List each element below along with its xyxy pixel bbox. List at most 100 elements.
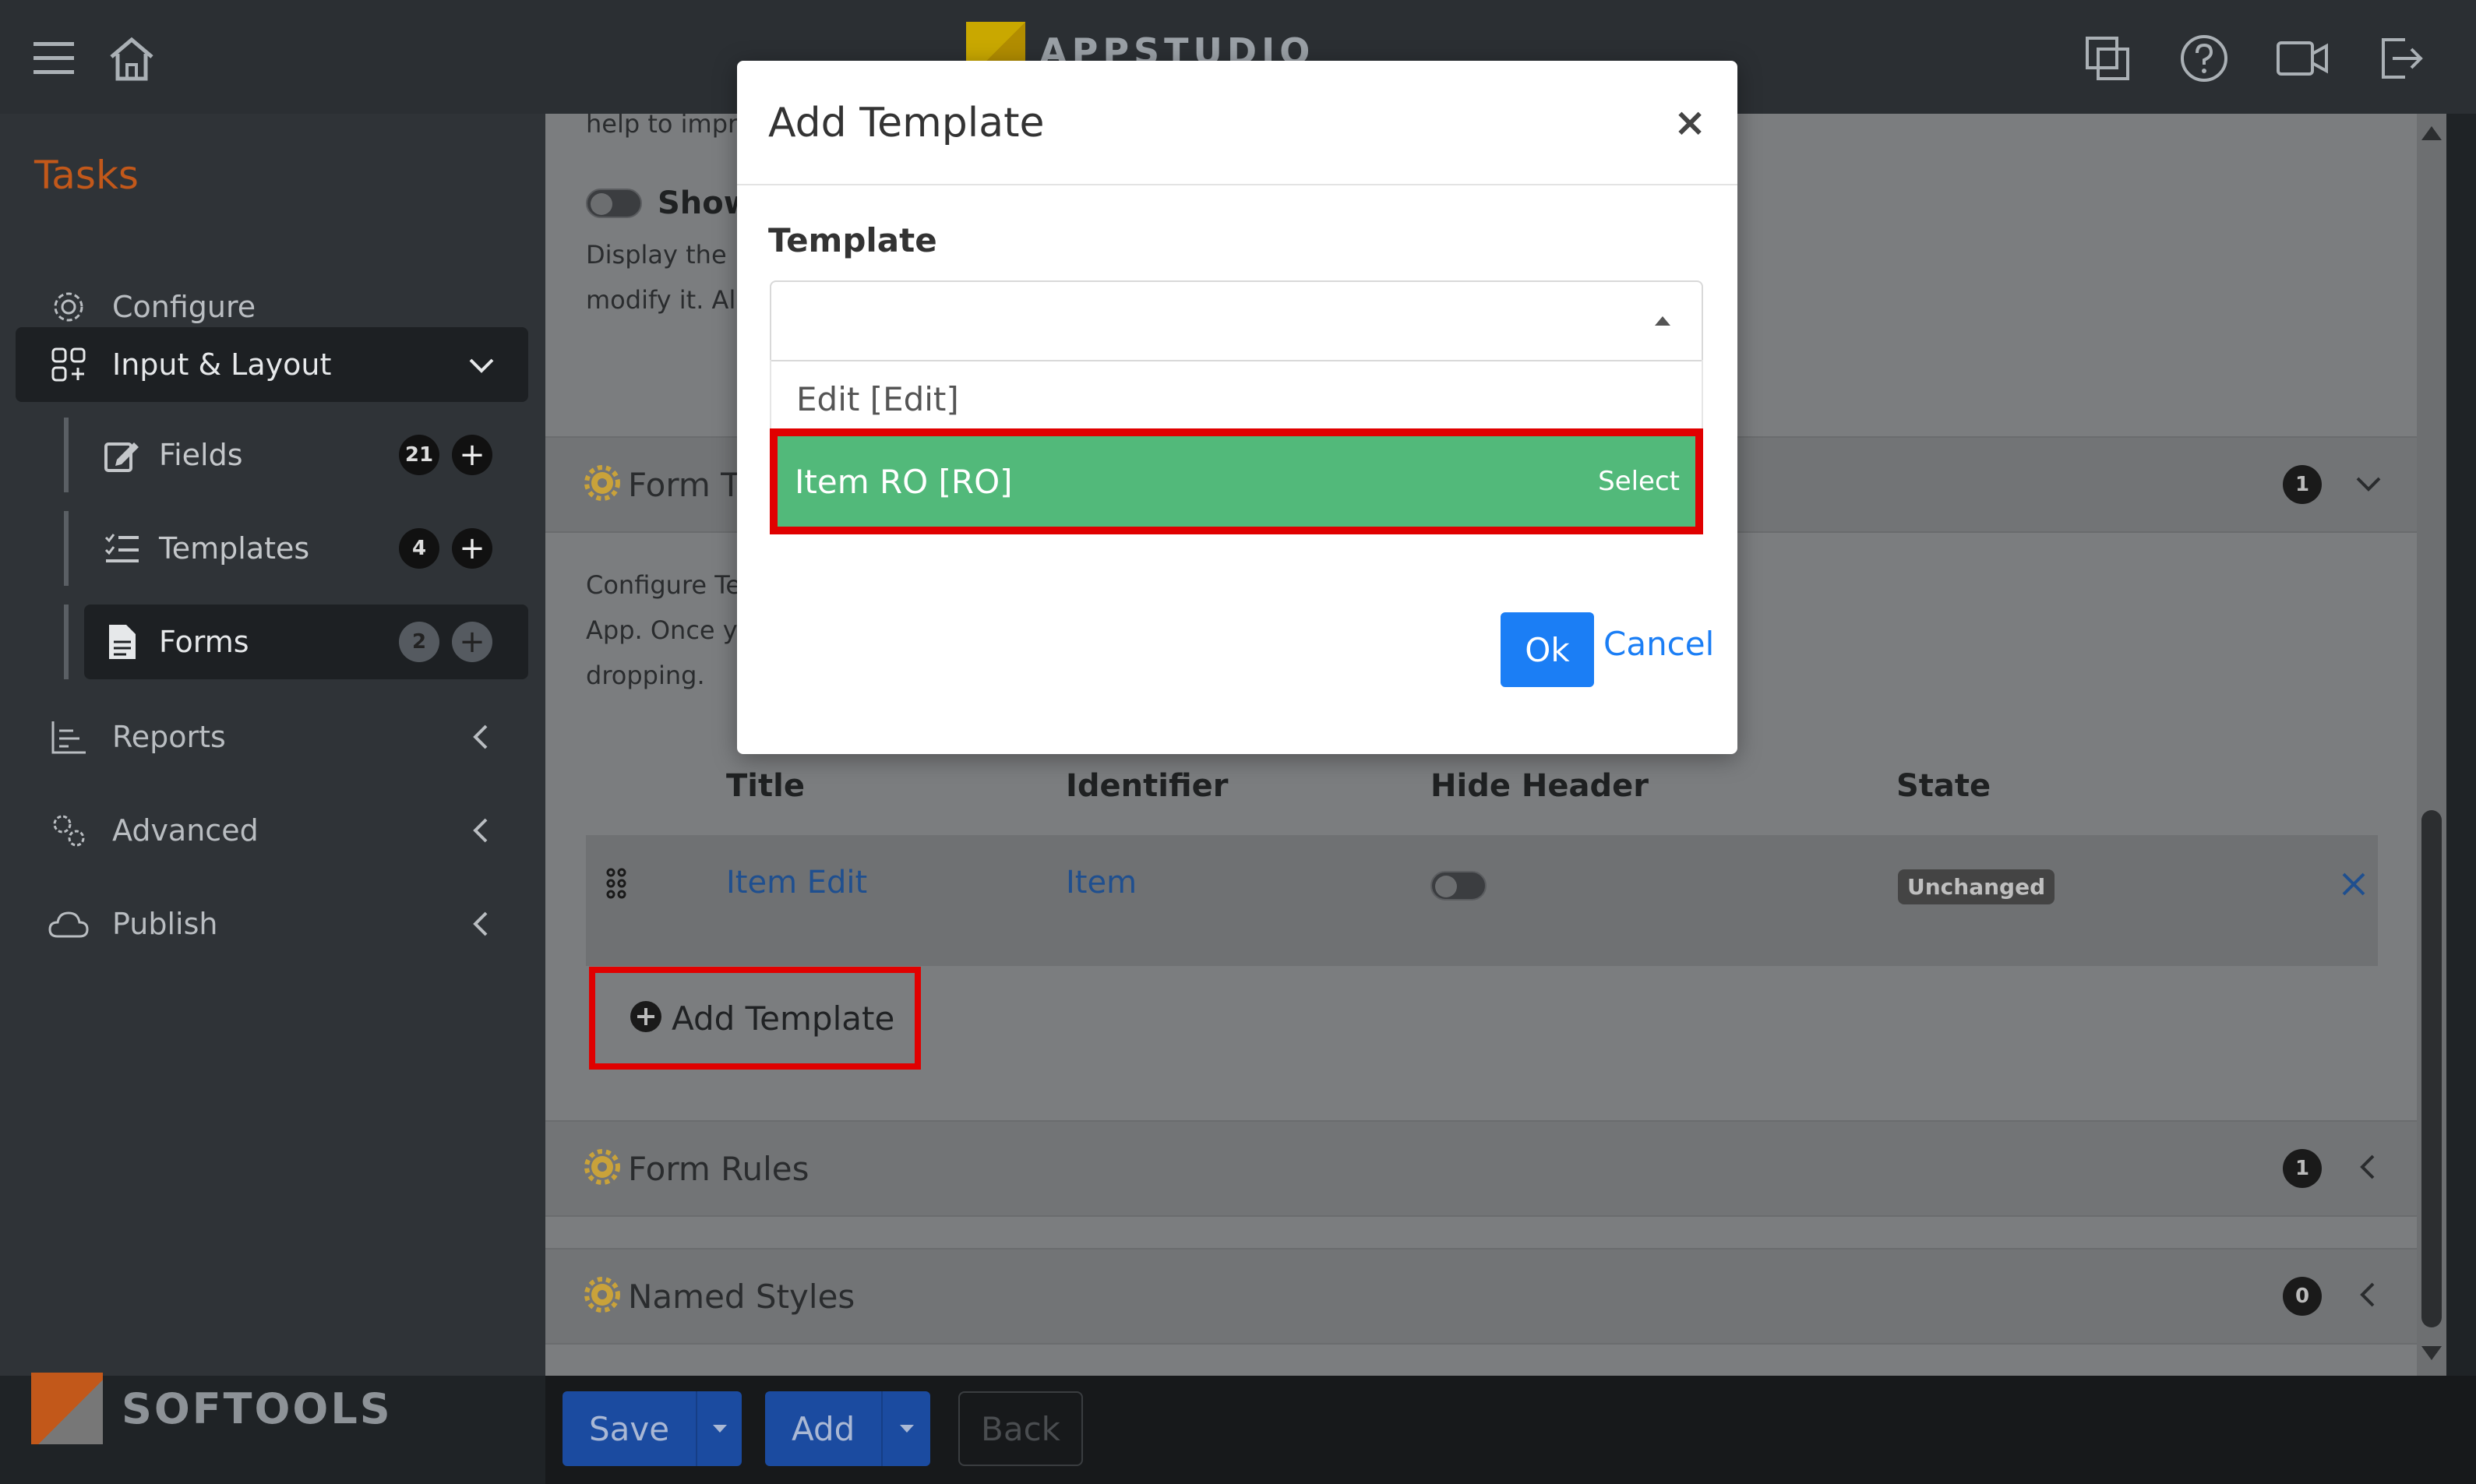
dialog-header: Add Template × <box>737 61 1737 185</box>
chevron-left-icon <box>466 815 497 853</box>
count-badge: 4 <box>399 528 439 569</box>
plus-circle-icon <box>630 1000 662 1036</box>
caret-down-icon[interactable] <box>696 1391 742 1466</box>
scroll-down-icon[interactable] <box>2421 1346 2442 1360</box>
tree-line <box>64 511 69 586</box>
softools-logo: SOFTOOLS <box>31 1373 393 1444</box>
tree-line <box>64 605 69 679</box>
section-title: Form Te <box>628 465 756 504</box>
sidebar-item-label: Publish <box>112 907 218 941</box>
cancel-button[interactable]: Cancel <box>1603 625 1714 663</box>
scroll-thumb[interactable] <box>2421 810 2442 1327</box>
sidebar-subitem-fields[interactable]: Fields 21 + <box>84 418 528 492</box>
gear-icon <box>584 1149 620 1188</box>
count-badge: 21 <box>399 435 439 475</box>
sidebar-item-publish[interactable]: Publish <box>16 887 528 961</box>
sidebar-item-label: Reports <box>112 720 226 754</box>
add-template-label: Add Template <box>672 999 895 1038</box>
chevron-left-icon <box>2353 1151 2384 1186</box>
softools-logo-icon <box>31 1373 103 1444</box>
chevron-left-icon <box>466 721 497 760</box>
close-icon[interactable]: × <box>1674 100 1706 145</box>
configure-text-line-3: dropping. <box>586 661 705 690</box>
row-identifier-link[interactable]: Item <box>1066 865 1137 901</box>
section-title: Named Styles <box>628 1277 855 1316</box>
status-badge: Unchanged <box>1898 869 2055 904</box>
add-button[interactable]: Add <box>765 1410 881 1448</box>
add-field-button[interactable]: + <box>452 435 492 475</box>
hide-header-toggle[interactable] <box>1430 871 1487 901</box>
description-line-1: Display the F <box>586 240 750 270</box>
count-badge: 1 <box>2283 1149 2322 1188</box>
sidebar-item-label: Input & Layout <box>112 347 332 382</box>
sidebar-title: Tasks <box>34 153 139 198</box>
caret-down-icon[interactable] <box>881 1391 930 1466</box>
bottom-toolbar: Save Add Back <box>545 1376 2476 1484</box>
report-icon <box>47 715 90 759</box>
section-title: Form Rules <box>628 1149 809 1188</box>
ok-button[interactable]: Ok <box>1501 612 1594 687</box>
copy-icon[interactable] <box>2080 31 2135 86</box>
layout-icon <box>47 343 90 386</box>
configure-text-line-1: Configure Te <box>586 570 742 600</box>
sidebar-subitem-templates[interactable]: Templates 4 + <box>84 511 528 586</box>
option-select-hint: Select <box>1598 466 1680 497</box>
sidebar-item-advanced[interactable]: Advanced <box>16 793 528 868</box>
configure-text-line-2: App. Once yo <box>586 615 753 645</box>
chevron-left-icon <box>466 908 497 946</box>
tree-line <box>64 418 69 492</box>
chevron-down-icon <box>2353 467 2384 502</box>
table-row <box>586 835 2378 966</box>
scroll-up-icon[interactable] <box>2421 126 2442 140</box>
section-form-rules[interactable]: Form Rules 1 <box>545 1120 2446 1217</box>
count-badge: 2 <box>399 622 439 662</box>
sidebar-item-label: Configure <box>112 290 256 324</box>
column-header-state: State <box>1896 768 1991 804</box>
add-split-button[interactable]: Add <box>765 1391 930 1466</box>
cloud-icon <box>47 902 90 946</box>
gear-icon <box>584 1277 620 1316</box>
help-text-fragment: help to impro <box>586 114 753 139</box>
column-header-title: Title <box>726 768 805 804</box>
checklist-icon <box>100 527 143 570</box>
row-title-link[interactable]: Item Edit <box>726 865 867 901</box>
footer-brand-text: SOFTOOLS <box>122 1384 393 1433</box>
video-icon[interactable] <box>2275 31 2330 86</box>
home-icon[interactable] <box>104 31 159 86</box>
sidebar-item-label: Advanced <box>112 813 259 848</box>
back-button[interactable]: Back <box>958 1391 1083 1466</box>
column-header-hide-header: Hide Header <box>1430 768 1649 804</box>
caret-up-icon <box>1655 316 1670 326</box>
gears-icon <box>47 809 90 852</box>
add-form-button[interactable]: + <box>452 622 492 662</box>
help-icon[interactable] <box>2177 31 2231 86</box>
chevron-down-icon <box>466 349 497 387</box>
sidebar: Tasks Configure Input & Layout Fields 21… <box>0 114 545 1376</box>
chevron-left-icon <box>2353 1279 2384 1313</box>
sidebar-subitem-forms[interactable]: Forms 2 + <box>84 605 528 679</box>
add-template-button[interactable]: Add Template <box>589 967 921 1070</box>
template-field-label: Template <box>768 221 937 259</box>
add-template-dialog: Add Template × Template Edit [Edit] Item… <box>737 61 1737 754</box>
sidebar-subitem-label: Fields <box>159 438 243 472</box>
description-line-2: modify it. All <box>586 285 743 315</box>
sidebar-subitem-label: Templates <box>159 531 310 566</box>
sidebar-subitem-label: Forms <box>159 625 249 659</box>
sidebar-item-input-layout[interactable]: Input & Layout <box>16 327 528 402</box>
sidebar-item-reports[interactable]: Reports <box>16 700 528 774</box>
gear-icon <box>47 285 90 329</box>
template-select[interactable] <box>770 280 1703 361</box>
show-toggle[interactable] <box>586 189 642 218</box>
save-split-button[interactable]: Save <box>563 1391 742 1466</box>
menu-icon[interactable] <box>26 31 81 86</box>
drag-handle-icon[interactable] <box>605 868 628 902</box>
scrollbar[interactable] <box>2417 114 2446 1376</box>
count-badge: 0 <box>2283 1277 2322 1316</box>
save-button[interactable]: Save <box>563 1410 696 1448</box>
logout-icon[interactable] <box>2373 31 2428 86</box>
section-named-styles[interactable]: Named Styles 0 <box>545 1248 2446 1345</box>
remove-row-icon[interactable] <box>2340 871 2367 901</box>
template-option-edit[interactable]: Edit [Edit] <box>770 360 1703 438</box>
template-option-item-ro[interactable]: Item RO [RO] Select <box>770 428 1703 534</box>
add-template-sidebar-button[interactable]: + <box>452 528 492 569</box>
